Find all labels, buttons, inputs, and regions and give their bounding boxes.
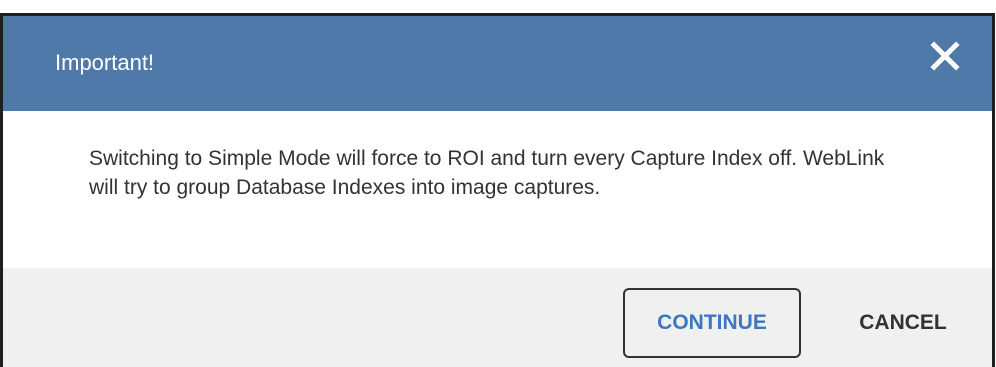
dialog-header: Important!: [3, 16, 992, 111]
dialog-title: Important!: [55, 50, 155, 75]
continue-button[interactable]: CONTINUE: [623, 288, 801, 358]
dialog-body: Switching to Simple Mode will force to R…: [3, 111, 992, 268]
dialog-message: Switching to Simple Mode will force to R…: [89, 147, 885, 199]
important-dialog: Important! Switching to Simple Mode will…: [0, 13, 995, 367]
cancel-button[interactable]: CANCEL: [838, 288, 968, 358]
close-icon[interactable]: [928, 38, 962, 74]
dialog-footer: CONTINUE CANCEL: [3, 268, 992, 367]
